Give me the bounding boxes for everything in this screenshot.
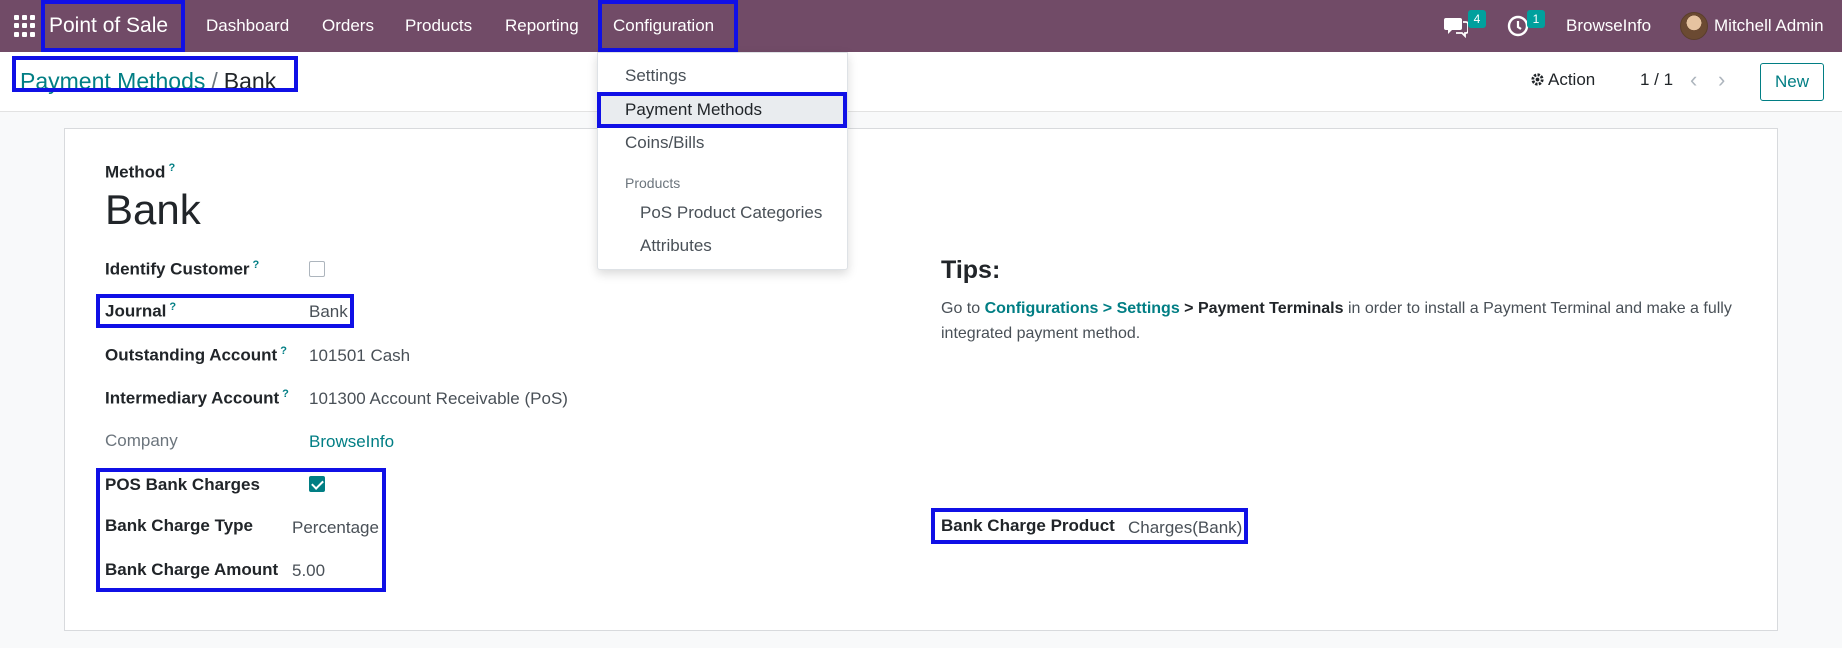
bank-charge-type-label: Bank Charge Type <box>105 516 254 535</box>
company-field[interactable]: BrowseInfo <box>309 432 394 452</box>
dropdown-item-payment-methods[interactable]: Payment Methods <box>598 94 847 126</box>
breadcrumb: Payment Methods / Bank <box>20 68 276 95</box>
intermediary-help-icon[interactable]: ? <box>282 388 289 400</box>
tips-text: Go to Configurations > Settings > Paymen… <box>941 296 1741 346</box>
method-label: Method? <box>105 162 176 182</box>
messages-badge: 4 <box>1468 10 1486 28</box>
journal-help-icon[interactable]: ? <box>169 301 176 313</box>
identify-customer-label: Identify Customer? <box>105 259 260 279</box>
app-brand[interactable]: Point of Sale <box>49 0 168 52</box>
apps-grid-icon[interactable] <box>14 15 36 37</box>
dropdown-item-coins-bills[interactable]: Coins/Bills <box>598 127 847 159</box>
pager-value[interactable]: 1 / 1 <box>1640 70 1673 90</box>
top-navbar: Point of Sale Dashboard Orders Products … <box>0 0 1842 52</box>
tips-settings-link[interactable]: Configurations > Settings <box>985 300 1180 317</box>
company-label: Company <box>105 431 178 450</box>
user-avatar[interactable] <box>1680 12 1708 40</box>
new-button[interactable]: New <box>1760 63 1824 101</box>
gear-icon <box>1531 73 1544 86</box>
bank-charge-type-field[interactable]: Percentage <box>292 518 379 538</box>
menu-configuration[interactable]: Configuration <box>613 0 714 52</box>
dropdown-section-products: Products <box>625 175 681 191</box>
dropdown-item-attributes[interactable]: Attributes <box>598 230 847 262</box>
chat-icon[interactable] <box>1444 14 1468 38</box>
action-label: Action <box>1548 70 1596 89</box>
menu-products[interactable]: Products <box>405 0 472 52</box>
journal-field[interactable]: Bank <box>309 302 348 322</box>
dropdown-item-pos-product-categories[interactable]: PoS Product Categories <box>598 197 847 229</box>
breadcrumb-separator: / <box>211 68 218 94</box>
breadcrumb-payment-methods[interactable]: Payment Methods <box>20 68 205 94</box>
configuration-dropdown: Settings Payment Methods Coins/Bills Pro… <box>597 52 848 270</box>
outstanding-account-label: Outstanding Account? <box>105 345 287 365</box>
menu-orders[interactable]: Orders <box>322 0 374 52</box>
menu-reporting[interactable]: Reporting <box>505 0 579 52</box>
tips-payment-terminals: > Payment Terminals <box>1184 300 1344 317</box>
bank-charge-product-label: Bank Charge Product <box>941 516 1115 535</box>
menu-dashboard[interactable]: Dashboard <box>206 0 289 52</box>
pager-previous-icon[interactable]: ‹ <box>1690 67 1697 93</box>
bank-charge-product-field[interactable]: Charges(Bank) <box>1128 518 1242 538</box>
identify-customer-help-icon[interactable]: ? <box>253 259 260 271</box>
pos-bank-charges-checkbox[interactable] <box>309 476 325 492</box>
journal-label: Journal? <box>105 301 177 321</box>
pos-bank-charges-label: POS Bank Charges <box>105 475 260 494</box>
activities-badge: 1 <box>1527 10 1545 28</box>
tips-prefix: Go to <box>941 300 981 317</box>
intermediary-account-label: Intermediary Account? <box>105 388 289 408</box>
bank-charge-amount-field[interactable]: 5.00 <box>292 561 325 581</box>
user-menu[interactable]: Mitchell Admin <box>1714 0 1824 52</box>
identify-customer-checkbox[interactable] <box>309 261 325 277</box>
outstanding-help-icon[interactable]: ? <box>280 345 287 357</box>
method-help-icon[interactable]: ? <box>168 162 175 174</box>
pager-next-icon[interactable]: › <box>1718 67 1725 93</box>
tips-title: Tips: <box>941 256 1001 284</box>
outstanding-account-field[interactable]: 101501 Cash <box>309 346 410 366</box>
action-menu-button[interactable]: Action <box>1530 70 1595 90</box>
dropdown-item-settings[interactable]: Settings <box>598 60 847 92</box>
form-sheet <box>64 128 1778 631</box>
method-name[interactable]: Bank <box>105 186 201 234</box>
breadcrumb-current: Bank <box>223 68 277 94</box>
control-panel: Payment Methods / Bank Action 1 / 1 ‹ › Ne… <box>0 52 1842 112</box>
company-switcher[interactable]: BrowseInfo <box>1566 0 1651 52</box>
bank-charge-amount-label: Bank Charge Amount <box>105 560 279 579</box>
intermediary-account-field[interactable]: 101300 Account Receivable (PoS) <box>309 389 568 409</box>
